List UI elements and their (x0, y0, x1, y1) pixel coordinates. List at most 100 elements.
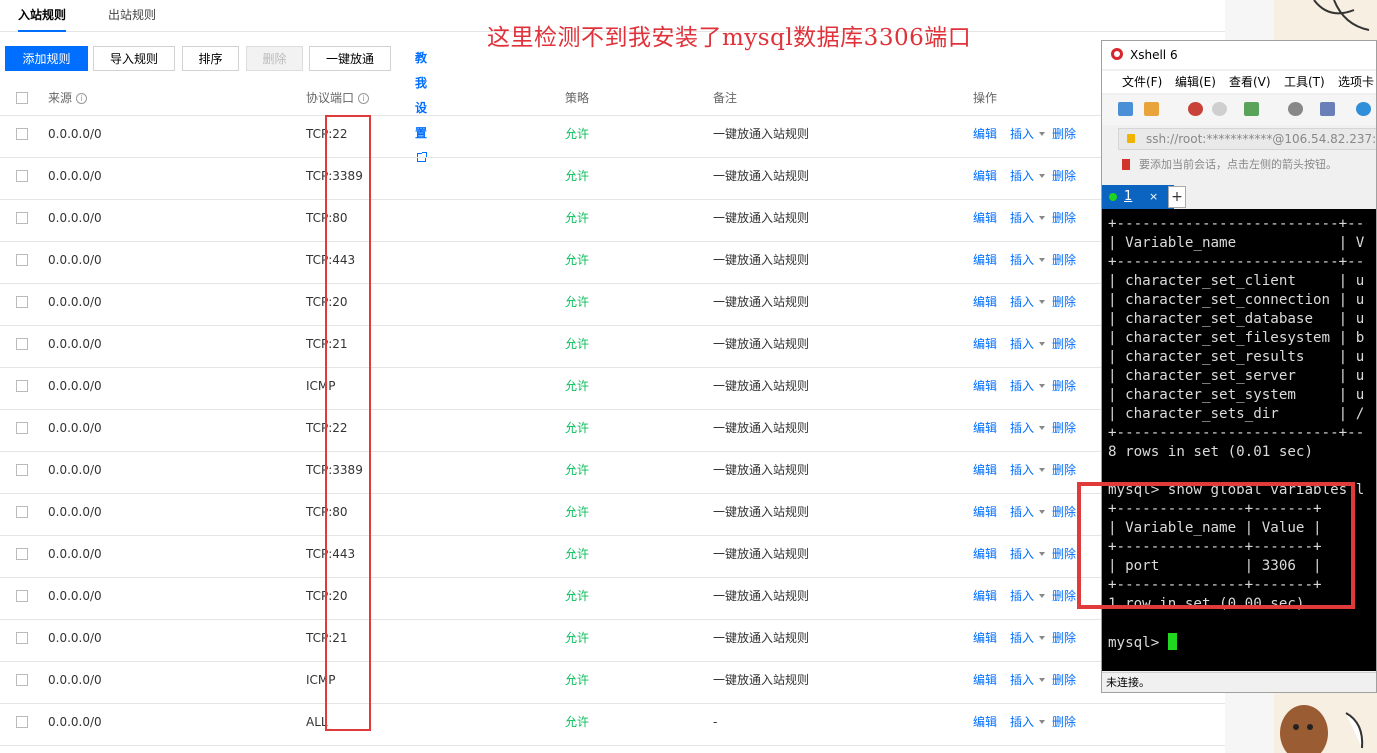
add-rule-button[interactable]: 添加规则 (5, 46, 88, 71)
row-edit-link[interactable]: 编辑 (973, 116, 997, 157)
terminal-line-text: | character_set_client | u (1108, 273, 1365, 289)
row-checkbox[interactable] (16, 422, 28, 434)
disconnect-icon[interactable] (1212, 102, 1227, 116)
row-checkbox[interactable] (16, 170, 28, 182)
row-checkbox[interactable] (16, 128, 28, 140)
select-all-checkbox[interactable] (16, 92, 28, 104)
menu-tools[interactable]: 工具(T) (1284, 71, 1325, 93)
properties-icon[interactable] (1244, 102, 1259, 116)
sort-button[interactable]: 排序 (182, 46, 239, 71)
row-delete-link[interactable]: 删除 (1052, 326, 1076, 367)
row-delete-link[interactable]: 删除 (1052, 452, 1076, 493)
row-delete-link[interactable]: 删除 (1052, 578, 1076, 619)
row-insert-link[interactable]: 插入 (1010, 200, 1046, 241)
row-delete-link[interactable]: 删除 (1052, 200, 1076, 241)
search-icon[interactable] (1288, 102, 1303, 116)
row-checkbox[interactable] (16, 716, 28, 728)
connect-icon[interactable] (1188, 102, 1203, 116)
row-insert-link[interactable]: 插入 (1010, 242, 1046, 283)
chevron-down-icon (1039, 468, 1046, 472)
row-checkbox[interactable] (16, 632, 28, 644)
row-delete-link[interactable]: 删除 (1052, 620, 1076, 661)
info-icon[interactable]: i (358, 93, 370, 104)
row-protocol-port: TCP:22 (306, 127, 348, 141)
row-edit-link[interactable]: 编辑 (973, 326, 997, 367)
delete-button[interactable]: 删除 (246, 46, 303, 71)
tab-inbound-rules[interactable]: 入站规则 (18, 0, 67, 32)
row-policy: 允许 (565, 337, 590, 351)
row-edit-link[interactable]: 编辑 (973, 662, 997, 703)
row-checkbox[interactable] (16, 254, 28, 266)
row-checkbox[interactable] (16, 674, 28, 686)
import-rules-button[interactable]: 导入规则 (93, 46, 175, 71)
session-tab-number: 1 (1124, 189, 1133, 204)
row-delete-link[interactable]: 删除 (1052, 368, 1076, 409)
row-checkbox[interactable] (16, 506, 28, 518)
menu-file[interactable]: 文件(F) (1122, 71, 1162, 93)
row-checkbox[interactable] (16, 548, 28, 560)
tab-outbound-rules[interactable]: 出站规则 (108, 0, 156, 30)
terminal-line: +--------------------------+-- (1108, 253, 1364, 272)
one-click-allow-button[interactable]: 一键放通 (309, 46, 391, 71)
open-folder-icon[interactable] (1144, 102, 1159, 116)
globe-icon[interactable] (1356, 102, 1371, 116)
info-icon[interactable]: i (76, 93, 88, 104)
row-remark: 一键放通入站规则 (713, 505, 810, 519)
row-checkbox[interactable] (16, 590, 28, 602)
row-checkbox[interactable] (16, 338, 28, 350)
xshell-titlebar[interactable]: Xshell 6 (1102, 41, 1376, 69)
row-checkbox[interactable] (16, 212, 28, 224)
row-insert-link[interactable]: 插入 (1010, 620, 1046, 661)
row-edit-link[interactable]: 编辑 (973, 452, 997, 493)
menu-edit[interactable]: 编辑(E) (1175, 71, 1216, 93)
row-insert-link[interactable]: 插入 (1010, 494, 1046, 535)
row-checkbox[interactable] (16, 296, 28, 308)
row-delete-link[interactable]: 删除 (1052, 494, 1076, 535)
row-insert-link[interactable]: 插入 (1010, 410, 1046, 451)
row-delete-link[interactable]: 删除 (1052, 410, 1076, 451)
row-insert-link[interactable]: 插入 (1010, 578, 1046, 619)
row-edit-link[interactable]: 编辑 (973, 158, 997, 199)
row-source: 0.0.0.0/0 (48, 253, 102, 267)
row-edit-link[interactable]: 编辑 (973, 494, 997, 535)
row-edit-link[interactable]: 编辑 (973, 536, 997, 577)
row-edit-link[interactable]: 编辑 (973, 284, 997, 325)
row-delete-link[interactable]: 删除 (1052, 704, 1076, 745)
table-row: 0.0.0.0/0 TCP:20 允许 一键放通入站规则 编辑 插入 删除 (0, 284, 1225, 326)
row-insert-link[interactable]: 插入 (1010, 368, 1046, 409)
row-protocol-port: TCP:20 (306, 295, 348, 309)
add-tab-button[interactable]: + (1168, 186, 1186, 208)
xshell-address-bar[interactable]: ssh://root:***********@106.54.82.237:22 (1118, 128, 1376, 150)
tutorial-link[interactable]: 教我设置 (415, 46, 427, 162)
session-tab-1[interactable]: 1 × (1102, 185, 1174, 209)
row-edit-link[interactable]: 编辑 (973, 200, 997, 241)
new-session-icon[interactable] (1118, 102, 1133, 116)
row-delete-link[interactable]: 删除 (1052, 662, 1076, 703)
row-delete-link[interactable]: 删除 (1052, 116, 1076, 157)
row-delete-link[interactable]: 删除 (1052, 242, 1076, 283)
row-insert-link[interactable]: 插入 (1010, 284, 1046, 325)
row-delete-link[interactable]: 删除 (1052, 158, 1076, 199)
row-insert-link[interactable]: 插入 (1010, 326, 1046, 367)
row-edit-link[interactable]: 编辑 (973, 368, 997, 409)
row-insert-link[interactable]: 插入 (1010, 704, 1046, 745)
row-edit-link[interactable]: 编辑 (973, 704, 997, 745)
terminal-output[interactable]: +--------------------------+-- | Variable… (1102, 209, 1376, 671)
row-checkbox[interactable] (16, 464, 28, 476)
row-insert-link[interactable]: 插入 (1010, 158, 1046, 199)
row-delete-link[interactable]: 删除 (1052, 536, 1076, 577)
row-edit-link[interactable]: 编辑 (973, 578, 997, 619)
row-insert-link[interactable]: 插入 (1010, 662, 1046, 703)
bookmark-icon[interactable] (1122, 159, 1130, 170)
transfer-icon[interactable] (1320, 102, 1335, 116)
menu-view[interactable]: 查看(V) (1229, 71, 1271, 93)
row-edit-link[interactable]: 编辑 (973, 410, 997, 451)
row-insert-link[interactable]: 插入 (1010, 536, 1046, 577)
row-edit-link[interactable]: 编辑 (973, 620, 997, 661)
row-checkbox[interactable] (16, 380, 28, 392)
row-insert-link[interactable]: 插入 (1010, 452, 1046, 493)
row-delete-link[interactable]: 删除 (1052, 284, 1076, 325)
row-insert-link[interactable]: 插入 (1010, 116, 1046, 157)
row-edit-link[interactable]: 编辑 (973, 242, 997, 283)
close-tab-icon[interactable]: × (1149, 185, 1158, 209)
